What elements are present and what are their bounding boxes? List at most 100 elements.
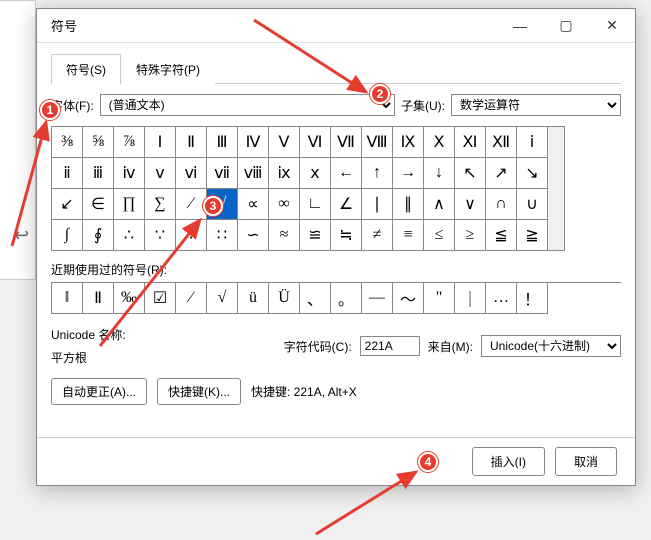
unicode-name-label: Unicode 名称: bbox=[51, 326, 276, 343]
recent-symbol-cell[interactable]: ‖ bbox=[52, 283, 83, 314]
symbol-cell[interactable]: ⅷ bbox=[238, 158, 269, 189]
close-button[interactable]: ✕ bbox=[589, 9, 635, 43]
symbol-cell[interactable]: ← bbox=[331, 158, 362, 189]
background-window-fragment: ↩ bbox=[0, 0, 36, 280]
dialog-title: 符号 bbox=[51, 16, 497, 35]
symbol-cell[interactable]: Ⅷ bbox=[362, 127, 393, 158]
recent-label: 近期使用过的符号(R): bbox=[51, 261, 621, 278]
charcode-label: 字符代码(C): bbox=[284, 338, 352, 355]
symbol-cell[interactable]: Ⅰ bbox=[145, 127, 176, 158]
symbol-cell[interactable]: ⅵ bbox=[176, 158, 207, 189]
symbol-cell[interactable]: ⅱ bbox=[52, 158, 83, 189]
symbol-cell[interactable]: Ⅲ bbox=[207, 127, 238, 158]
recent-symbol-cell[interactable]: √ bbox=[207, 283, 238, 314]
recent-symbol-cell[interactable]: 。 bbox=[331, 283, 362, 314]
tab-special-chars[interactable]: 特殊字符(P) bbox=[121, 54, 215, 84]
symbol-cell[interactable]: ↗ bbox=[486, 158, 517, 189]
symbol-cell[interactable]: Ⅳ bbox=[238, 127, 269, 158]
symbol-cell[interactable]: ∏ bbox=[114, 189, 145, 220]
symbol-cell[interactable]: ∫ bbox=[52, 220, 83, 251]
symbol-cell[interactable]: ∣ bbox=[362, 189, 393, 220]
recent-symbol-cell[interactable]: ～ bbox=[393, 283, 424, 314]
symbol-cell[interactable]: Ⅶ bbox=[331, 127, 362, 158]
from-select[interactable]: Unicode(十六进制) bbox=[481, 335, 621, 357]
symbol-cell[interactable]: ⅴ bbox=[145, 158, 176, 189]
symbol-cell[interactable]: Ⅱ bbox=[176, 127, 207, 158]
symbol-cell[interactable]: ∵ bbox=[145, 220, 176, 251]
symbol-cell[interactable]: Ⅴ bbox=[269, 127, 300, 158]
symbol-cell[interactable]: ∪ bbox=[517, 189, 548, 220]
symbol-cell[interactable]: ∞ bbox=[269, 189, 300, 220]
symbol-cell[interactable]: ≧ bbox=[517, 220, 548, 251]
annotation-marker-2: 2 bbox=[370, 84, 390, 104]
symbol-cell[interactable]: ∠ bbox=[331, 189, 362, 220]
recent-symbol-cell[interactable]: Ü bbox=[269, 283, 300, 314]
font-select[interactable]: (普通文本) bbox=[100, 94, 395, 116]
symbol-cell[interactable]: ⅳ bbox=[114, 158, 145, 189]
tab-symbols[interactable]: 符号(S) bbox=[51, 54, 121, 84]
recent-symbol-cell[interactable]: ｜ bbox=[455, 283, 486, 314]
symbol-cell[interactable]: Ⅹ bbox=[424, 127, 455, 158]
recent-symbol-cell[interactable]: … bbox=[486, 283, 517, 314]
recent-symbol-cell[interactable]: ‰ bbox=[114, 283, 145, 314]
symbol-cell[interactable]: Ⅵ bbox=[300, 127, 331, 158]
shortcut-key-button[interactable]: 快捷键(K)... bbox=[157, 378, 241, 405]
symbol-cell[interactable]: ∷ bbox=[207, 220, 238, 251]
symbol-cell[interactable]: ↓ bbox=[424, 158, 455, 189]
recent-symbol-cell[interactable]: Ⅱ bbox=[83, 283, 114, 314]
symbol-cell[interactable]: ≡ bbox=[393, 220, 424, 251]
subset-label: 子集(U): bbox=[401, 97, 445, 114]
symbol-cell[interactable]: → bbox=[393, 158, 424, 189]
symbol-cell[interactable]: ∟ bbox=[300, 189, 331, 220]
symbol-cell[interactable]: ↖ bbox=[455, 158, 486, 189]
symbol-cell[interactable]: ⅲ bbox=[83, 158, 114, 189]
symbol-cell[interactable]: Ⅸ bbox=[393, 127, 424, 158]
cancel-button[interactable]: 取消 bbox=[555, 447, 617, 476]
symbol-cell[interactable]: ∧ bbox=[424, 189, 455, 220]
symbol-cell[interactable]: ∶ bbox=[176, 220, 207, 251]
symbol-cell[interactable]: ⅞ bbox=[114, 127, 145, 158]
symbol-cell[interactable]: ⅸ bbox=[269, 158, 300, 189]
symbol-cell[interactable]: ⅜ bbox=[52, 127, 83, 158]
grid-scrollbar[interactable] bbox=[548, 126, 565, 251]
recent-symbol-cell[interactable]: ü bbox=[238, 283, 269, 314]
symbol-cell[interactable]: ⅝ bbox=[83, 127, 114, 158]
symbol-cell[interactable]: ≦ bbox=[486, 220, 517, 251]
symbol-cell[interactable]: ∩ bbox=[486, 189, 517, 220]
maximize-button[interactable]: ▢ bbox=[543, 9, 589, 43]
recent-symbol-cell[interactable]: 、 bbox=[300, 283, 331, 314]
symbol-cell[interactable]: ⅹ bbox=[300, 158, 331, 189]
recent-symbol-cell[interactable]: — bbox=[362, 283, 393, 314]
symbol-cell[interactable]: ↘ bbox=[517, 158, 548, 189]
symbol-cell[interactable]: ∝ bbox=[238, 189, 269, 220]
symbol-cell[interactable]: ∈ bbox=[83, 189, 114, 220]
charcode-input[interactable] bbox=[360, 336, 420, 356]
symbol-cell[interactable]: ⅶ bbox=[207, 158, 238, 189]
symbol-cell[interactable]: Ⅻ bbox=[486, 127, 517, 158]
symbol-cell[interactable]: ≌ bbox=[300, 220, 331, 251]
symbol-cell[interactable]: ≤ bbox=[424, 220, 455, 251]
symbol-cell[interactable]: ≒ bbox=[331, 220, 362, 251]
symbol-cell[interactable]: ∨ bbox=[455, 189, 486, 220]
recent-symbol-cell[interactable]: " bbox=[424, 283, 455, 314]
recent-symbol-cell[interactable]: ∕ bbox=[176, 283, 207, 314]
subset-select[interactable]: 数学运算符 bbox=[451, 94, 621, 116]
symbol-cell[interactable]: ≈ bbox=[269, 220, 300, 251]
symbol-cell[interactable]: ∮ bbox=[83, 220, 114, 251]
symbol-cell[interactable]: ∽ bbox=[238, 220, 269, 251]
minimize-button[interactable]: — bbox=[497, 9, 543, 43]
symbol-cell[interactable]: ⅰ bbox=[517, 127, 548, 158]
symbol-cell[interactable]: ↑ bbox=[362, 158, 393, 189]
symbol-grid: ⅜⅝⅞ⅠⅡⅢⅣⅤⅥⅦⅧⅨⅩⅪⅫⅰⅱⅲⅳⅴⅵⅶⅷⅸⅹ←↑→↓↖↗↘↙∈∏∑∕√∝∞… bbox=[51, 126, 548, 251]
symbol-cell[interactable]: ∥ bbox=[393, 189, 424, 220]
recent-symbol-cell[interactable]: ！ bbox=[517, 283, 548, 314]
symbol-cell[interactable]: Ⅺ bbox=[455, 127, 486, 158]
symbol-cell[interactable]: ∑ bbox=[145, 189, 176, 220]
symbol-cell[interactable]: ≠ bbox=[362, 220, 393, 251]
insert-button[interactable]: 插入(I) bbox=[472, 447, 545, 476]
recent-symbol-cell[interactable]: ☑ bbox=[145, 283, 176, 314]
autocorrect-button[interactable]: 自动更正(A)... bbox=[51, 378, 147, 405]
symbol-cell[interactable]: ∴ bbox=[114, 220, 145, 251]
symbol-cell[interactable]: ↙ bbox=[52, 189, 83, 220]
symbol-cell[interactable]: ≥ bbox=[455, 220, 486, 251]
